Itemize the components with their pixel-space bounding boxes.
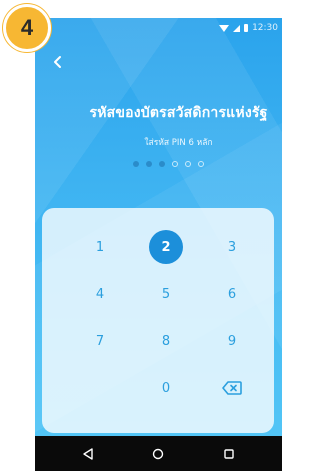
page-subtitle: ใส่รหัส PIN 6 หลัก	[144, 138, 213, 148]
back-button[interactable]	[51, 54, 65, 68]
triangle-back-icon	[83, 447, 93, 460]
key-4[interactable]: 4	[83, 277, 117, 311]
key-9[interactable]: 9	[215, 324, 249, 358]
status-bar: 12:30	[35, 18, 282, 38]
pin-dot-empty	[198, 161, 204, 167]
step-number-badge: 4	[3, 4, 51, 52]
pin-dot-filled	[146, 161, 152, 167]
keypad: 1 2 3 4 5 6 7 8 9 0	[42, 208, 274, 433]
wifi-icon	[219, 24, 230, 32]
key-2[interactable]: 2	[149, 230, 183, 264]
page-title: รหัสของบัตรสวัสดิการแห่งรัฐ	[89, 105, 268, 121]
nav-back-button[interactable]	[81, 447, 95, 461]
chevron-left-icon	[54, 56, 61, 68]
backspace-icon	[222, 381, 242, 395]
phone-screen: 12:30 รหัสของบัตรสวัสดิการแห่งรัฐ ใส่รหั…	[35, 18, 282, 471]
nav-recents-button[interactable]	[222, 447, 236, 461]
key-6[interactable]: 6	[215, 277, 249, 311]
circle-home-icon	[153, 448, 164, 459]
pin-indicator	[35, 161, 282, 167]
key-0[interactable]: 0	[149, 371, 183, 405]
pin-dot-filled	[133, 161, 139, 167]
key-3[interactable]: 3	[215, 230, 249, 264]
square-recents-icon	[224, 448, 234, 459]
key-8[interactable]: 8	[149, 324, 183, 358]
backspace-button[interactable]	[215, 371, 249, 405]
pin-dot-empty	[172, 161, 178, 167]
key-7[interactable]: 7	[83, 324, 117, 358]
key-5[interactable]: 5	[149, 277, 183, 311]
android-nav-bar	[35, 436, 282, 471]
nav-home-button[interactable]	[151, 447, 165, 461]
key-1[interactable]: 1	[83, 230, 117, 264]
status-time: 12:30	[252, 23, 278, 33]
pin-dot-filled	[159, 161, 165, 167]
pin-dot-empty	[185, 161, 191, 167]
signal-icon	[233, 24, 241, 32]
battery-icon	[244, 24, 249, 32]
